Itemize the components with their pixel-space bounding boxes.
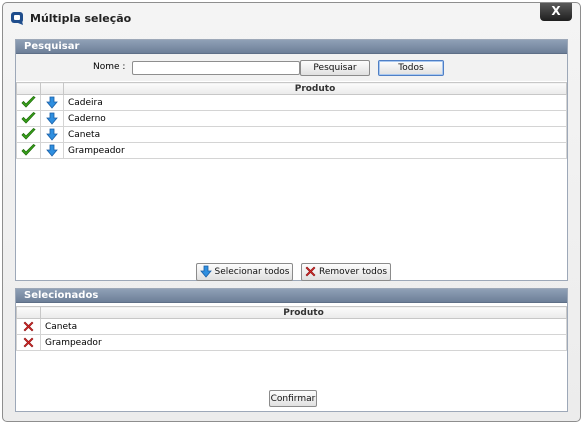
search-panel: Pesquisar Nome : Pesquisar Todos Produto… xyxy=(15,39,568,281)
selected-panel: Selecionados Produto Caneta Grampeador Co… xyxy=(15,288,568,412)
close-button[interactable]: X xyxy=(540,3,572,21)
column-header-blank xyxy=(16,82,41,95)
table-row: Caneta xyxy=(16,126,567,143)
confirm-button[interactable]: Confirmar xyxy=(269,390,317,407)
arrow-down-icon[interactable] xyxy=(40,94,64,111)
selected-product-name: Caneta xyxy=(40,318,567,335)
product-name: Caneta xyxy=(63,126,567,143)
name-label: Nome : xyxy=(93,62,126,72)
column-header-produto: Produto xyxy=(63,82,567,95)
all-button[interactable]: Todos xyxy=(378,60,444,76)
window-title: Múltipla seleção xyxy=(30,12,132,25)
select-all-label: Selecionar todos xyxy=(214,267,290,277)
product-search-table: Produto Cadeira Caderno Caneta Grampeador xyxy=(16,82,567,159)
table-row: Grampeador xyxy=(16,142,567,159)
check-icon[interactable] xyxy=(16,142,41,159)
column-header-produto: Produto xyxy=(40,306,567,319)
titlebar: Múltipla seleção X xyxy=(3,3,580,33)
column-header-blank xyxy=(40,82,64,95)
product-name: Cadeira xyxy=(63,94,567,111)
remove-all-label: Remover todos xyxy=(318,267,388,277)
check-icon[interactable] xyxy=(16,126,41,143)
table-row: Caderno xyxy=(16,110,567,127)
check-icon[interactable] xyxy=(16,110,41,127)
remove-x-icon[interactable] xyxy=(16,334,41,351)
selected-panel-header: Selecionados xyxy=(16,289,567,303)
multiple-selection-dialog: Múltipla seleção X Pesquisar Nome : Pesq… xyxy=(2,2,581,422)
arrow-down-icon xyxy=(199,265,212,278)
check-icon[interactable] xyxy=(16,94,41,111)
remove-all-button[interactable]: Remover todos xyxy=(301,263,391,281)
selected-product-name: Grampeador xyxy=(40,334,567,351)
column-header-blank xyxy=(16,306,41,319)
arrow-down-icon[interactable] xyxy=(40,126,64,143)
remove-x-icon[interactable] xyxy=(16,318,41,335)
product-name: Grampeador xyxy=(63,142,567,159)
select-all-button[interactable]: Selecionar todos xyxy=(196,263,293,281)
arrow-down-icon[interactable] xyxy=(40,110,64,127)
table-row: Caneta xyxy=(16,318,567,335)
name-search-input[interactable] xyxy=(132,61,300,75)
table-header-row: Produto xyxy=(16,82,567,95)
search-row: Nome : Pesquisar Todos xyxy=(16,54,567,81)
selected-products-table: Produto Caneta Grampeador xyxy=(16,306,567,351)
search-button[interactable]: Pesquisar xyxy=(300,60,370,76)
search-panel-header: Pesquisar xyxy=(16,40,567,54)
table-header-row: Produto xyxy=(16,306,567,319)
arrow-down-icon[interactable] xyxy=(40,142,64,159)
product-name: Caderno xyxy=(63,110,567,127)
table-row: Cadeira xyxy=(16,94,567,111)
app-logo-icon xyxy=(10,11,25,26)
table-row: Grampeador xyxy=(16,334,567,351)
remove-x-icon xyxy=(305,266,316,277)
